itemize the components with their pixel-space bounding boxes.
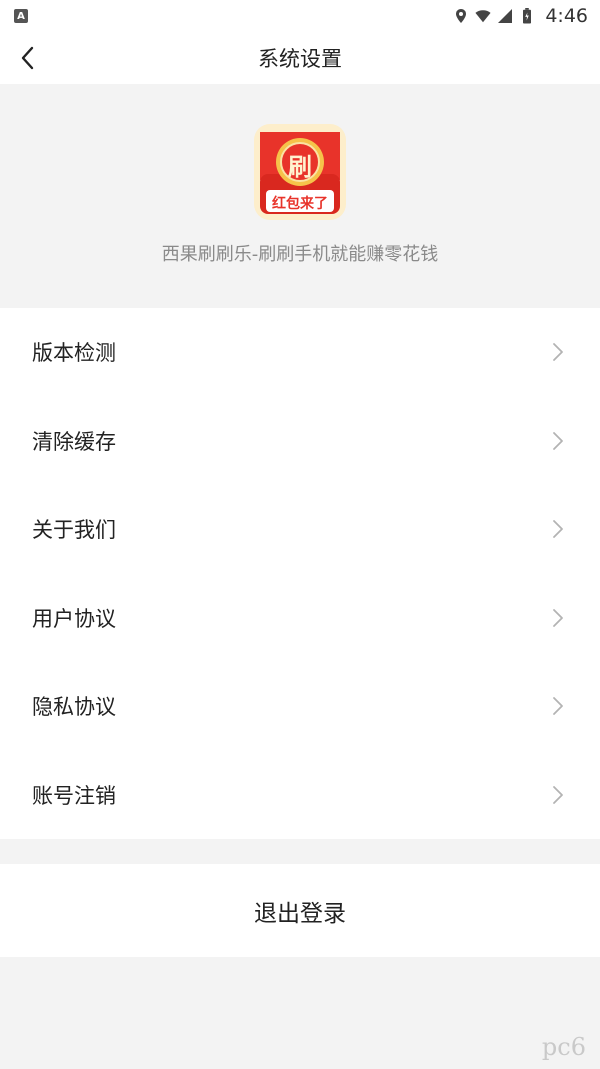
chevron-right-icon xyxy=(553,785,563,804)
settings-menu: 版本检测 清除缓存 关于我们 用户协议 隐私协议 账号注销 xyxy=(0,308,600,839)
chevron-right-icon xyxy=(553,343,563,362)
logout-button[interactable]: 退出登录 xyxy=(0,864,600,957)
app-name: 西果刷刷乐-刷刷手机就能赚零花钱 xyxy=(161,244,439,265)
status-left: A xyxy=(14,9,28,23)
battery-icon xyxy=(523,8,532,24)
menu-item-label: 版本检测 xyxy=(32,341,116,366)
notification-app-icon: A xyxy=(14,9,28,23)
menu-item-label: 隐私协议 xyxy=(32,695,116,720)
menu-item-version-check[interactable]: 版本检测 xyxy=(0,308,600,397)
section-divider xyxy=(0,839,600,864)
status-bar: A 4:46 xyxy=(0,0,600,32)
page-title: 系统设置 xyxy=(258,47,342,71)
location-icon xyxy=(456,9,467,23)
menu-item-label: 账号注销 xyxy=(32,783,116,808)
chevron-left-icon xyxy=(21,46,34,70)
menu-item-privacy-policy[interactable]: 隐私协议 xyxy=(0,662,600,751)
chevron-right-icon xyxy=(553,520,563,539)
back-button[interactable] xyxy=(12,42,44,74)
menu-item-user-agreement[interactable]: 用户协议 xyxy=(0,574,600,663)
wifi-icon xyxy=(475,10,491,23)
signal-icon xyxy=(498,9,513,23)
menu-item-label: 清除缓存 xyxy=(32,429,116,454)
watermark: pc6 xyxy=(541,1033,586,1061)
logout-label: 退出登录 xyxy=(254,900,346,927)
chevron-right-icon xyxy=(553,608,563,627)
status-time: 4:46 xyxy=(545,5,588,27)
chevron-right-icon xyxy=(553,431,563,450)
menu-item-clear-cache[interactable]: 清除缓存 xyxy=(0,397,600,486)
notification-letter: A xyxy=(17,10,25,22)
status-right: 4:46 xyxy=(453,5,588,27)
logo-banner: 红包来了 xyxy=(272,196,328,212)
menu-item-delete-account[interactable]: 账号注销 xyxy=(0,751,600,840)
menu-item-label: 关于我们 xyxy=(32,518,116,543)
chevron-right-icon xyxy=(553,697,563,716)
menu-item-label: 用户协议 xyxy=(32,606,116,631)
app-info: 刷 红包来了 西果刷刷乐-刷刷手机就能赚零花钱 xyxy=(0,84,600,308)
header: 系统设置 xyxy=(0,32,600,84)
menu-item-about-us[interactable]: 关于我们 xyxy=(0,485,600,574)
app-logo: 刷 红包来了 xyxy=(254,124,346,220)
logo-char: 刷 xyxy=(288,153,312,181)
